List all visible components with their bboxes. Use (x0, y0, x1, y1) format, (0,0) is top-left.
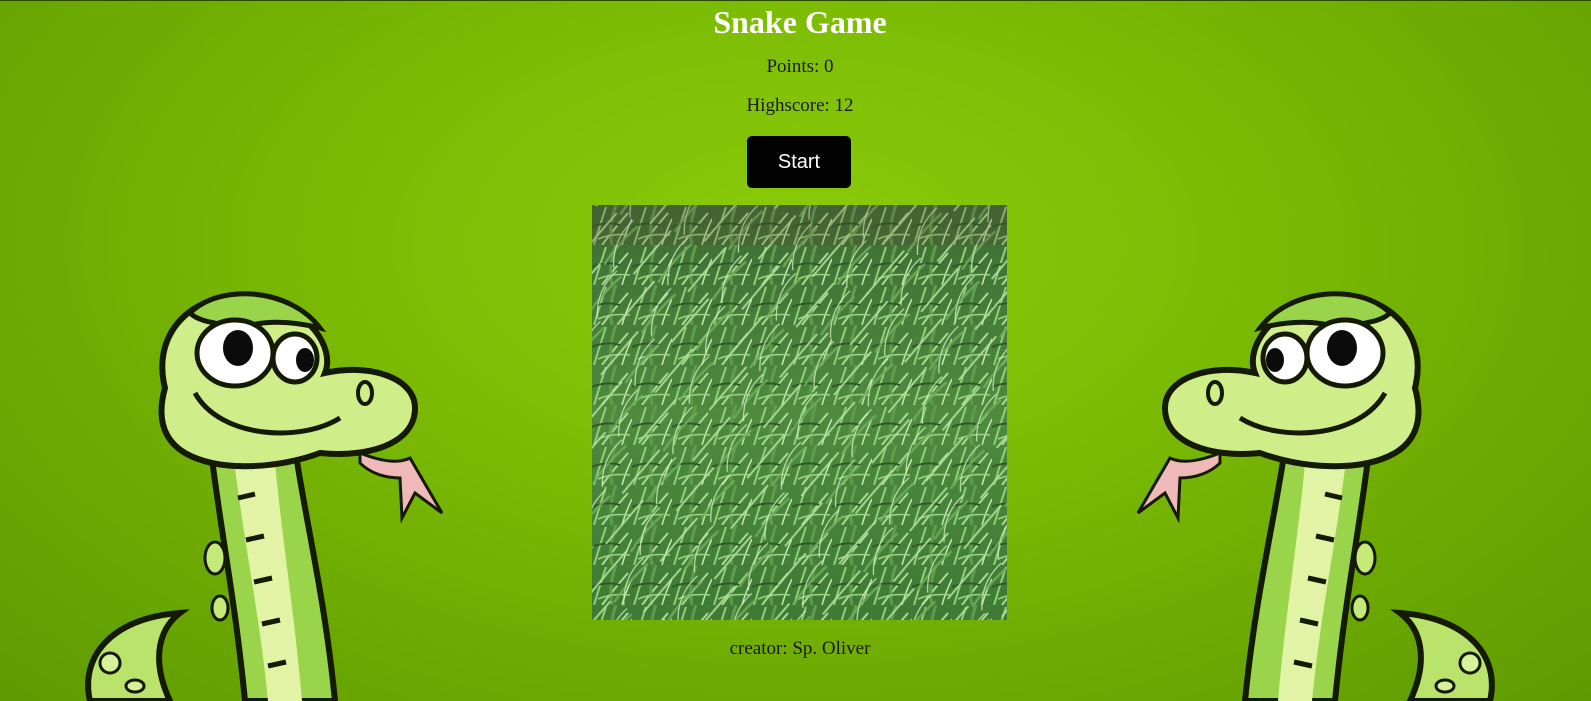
grass-texture (592, 205, 1007, 620)
game-title: Snake Game (713, 4, 887, 40)
points-display: Points: 0 (766, 56, 834, 77)
start-button[interactable]: Start (747, 136, 851, 188)
game-panel: Snake Game Points: 0 Highscore: 12 Start (0, 0, 1591, 701)
creator-credit: creator: Sp. Oliver (729, 638, 871, 659)
game-board[interactable] (592, 205, 1007, 620)
highscore-display: Highscore: 12 (746, 95, 854, 116)
